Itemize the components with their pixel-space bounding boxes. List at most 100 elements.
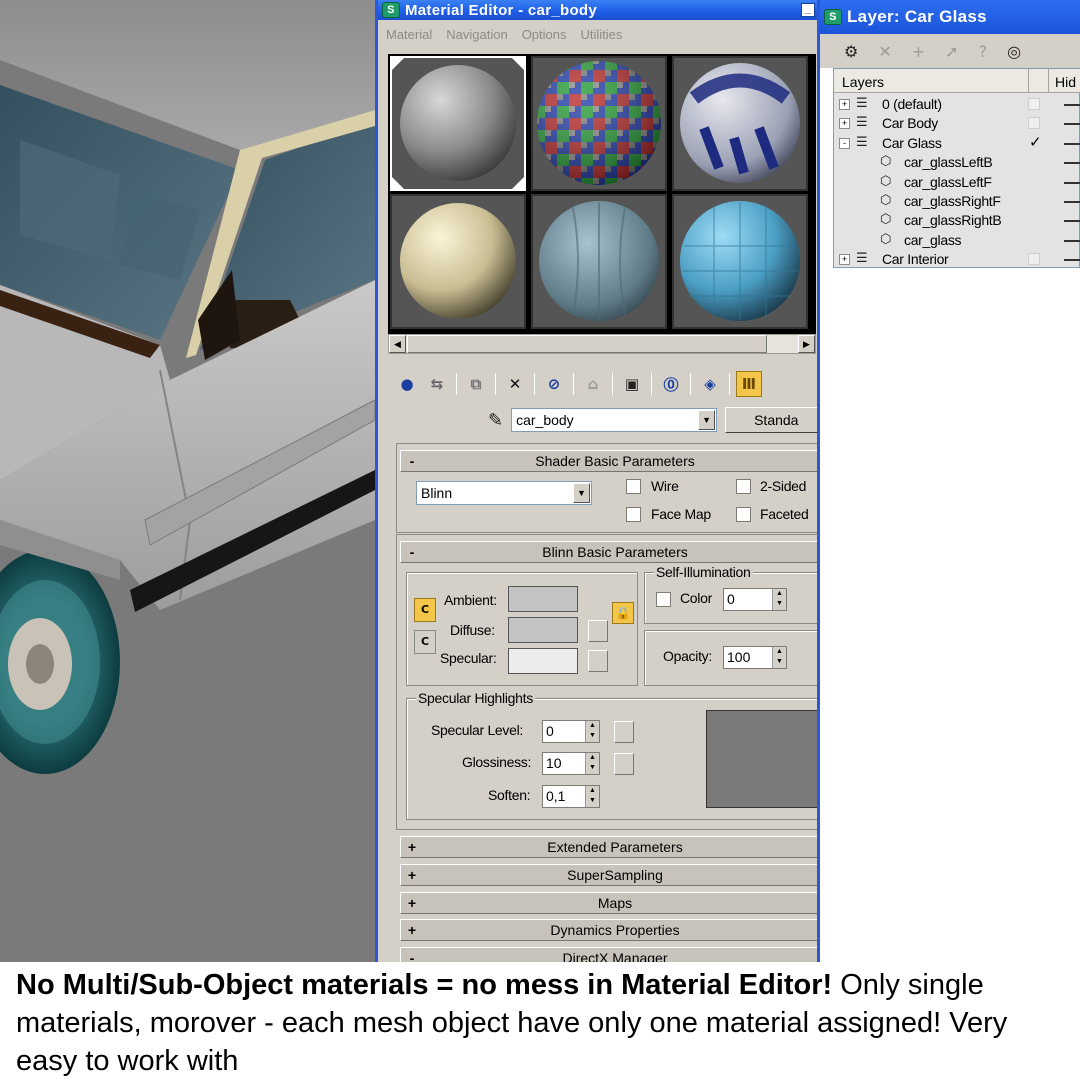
column-current[interactable] [1029,69,1049,93]
material-effects-icon[interactable]: ▣ [619,371,645,397]
hide-all-icon[interactable]: ◎ [1007,42,1021,61]
material-type-button[interactable]: Standa [725,407,817,433]
rollout-directx-manager[interactable]: - DirectX Manager [400,947,817,962]
shader-type-dropdown[interactable]: Blinn ▼ [416,481,592,505]
expand-icon[interactable]: + [839,99,850,110]
specular-level-spinner[interactable]: 0 ▲ ▼ [542,720,600,743]
delete-layer-icon[interactable]: ✕ [878,42,891,61]
unlock-icon[interactable]: C [414,630,436,654]
lock-ambient-icon[interactable]: C [414,598,436,622]
specular-map-button[interactable] [588,650,608,672]
hide-toggle-icon[interactable] [1064,239,1080,242]
soften-spinner[interactable]: 0,1 ▲ ▼ [542,785,600,808]
hide-toggle-icon[interactable] [1064,104,1080,106]
column-layers[interactable]: Layers [834,69,1029,93]
current-layer-checkbox[interactable] [1028,253,1040,266]
put-to-scene-icon[interactable]: ⇆ [424,371,450,397]
put-to-library-icon[interactable]: ⌂ [580,371,606,397]
material-name-field[interactable]: car_body ▼ [511,408,718,432]
sample-slot-checker[interactable] [531,56,667,191]
chevron-down-icon[interactable]: ▼ [698,410,716,430]
material-editor-window[interactable]: S Material Editor - car_body _ Material … [375,0,820,962]
two-sided-checkbox[interactable] [736,479,751,494]
object-row[interactable]: ⬡ car_glassLeftB [834,153,1080,172]
hide-toggle-icon[interactable] [1064,162,1080,165]
spinner-arrows-icon[interactable]: ▲ ▼ [585,786,599,807]
ambient-color-swatch[interactable] [508,586,578,612]
diffuse-map-button[interactable] [588,620,608,642]
create-layer-icon[interactable]: ⚙ [844,42,858,61]
sample-slot-newyork[interactable] [672,56,808,191]
object-row[interactable]: ⬡ car_glass [834,231,1080,250]
spinner-arrows-icon[interactable]: ▲ ▼ [585,753,599,774]
object-row[interactable]: ⬡ car_glassRightB [834,211,1080,230]
layer-row[interactable]: + ☰ Car Interior [834,250,1080,269]
hide-toggle-icon[interactable] [1064,201,1080,203]
menu-options[interactable]: Options [522,27,567,42]
rollout-extended-parameters[interactable]: + Extended Parameters [400,836,817,858]
show-map-icon[interactable]: ⓪ [658,371,684,397]
layer-manager-window[interactable]: S Layer: Car Glass ⚙ ✕ + ➚ ? ◎ Layers Hi… [820,0,1080,962]
make-unique-icon[interactable]: ⊘ [541,371,567,397]
chevron-down-icon[interactable]: ▼ [573,483,590,503]
eyedropper-icon[interactable]: ✎ [488,410,503,431]
shader-basic-header[interactable]: - Shader Basic Parameters [400,450,817,472]
lock-icon[interactable]: 🔒 [612,602,634,624]
hide-toggle-icon[interactable] [1064,142,1080,145]
hide-toggle-icon[interactable] [1064,259,1080,262]
spinner-arrows-icon[interactable]: ▲ ▼ [772,647,786,668]
menu-navigation[interactable]: Navigation [446,27,507,42]
layer-row[interactable]: + ☰ 0 (default) [834,95,1080,114]
object-row[interactable]: ⬡ car_glassLeftF [834,173,1080,192]
current-layer-checkbox[interactable] [1028,117,1040,130]
rollout-dynamics-properties[interactable]: + Dynamics Properties [400,919,817,941]
reset-map-icon[interactable]: ✕ [502,371,528,397]
sample-slot-gray[interactable] [390,56,526,191]
minimize-button[interactable]: _ [801,3,815,17]
specular-color-swatch[interactable] [508,648,578,674]
glossiness-spinner[interactable]: 10 ▲ ▼ [542,752,600,775]
column-hide[interactable]: Hid [1049,69,1080,93]
rollout-maps[interactable]: + Maps [400,892,817,914]
scroll-thumb[interactable] [407,335,767,353]
current-layer-check-icon[interactable]: ✓ [1029,133,1042,151]
layer-row[interactable]: - ☰ Car Glass ✓ [834,133,1080,153]
scroll-right-icon[interactable]: ▶ [798,335,815,353]
select-highlighted-icon[interactable]: ➚ [945,42,958,61]
current-layer-checkbox[interactable] [1028,98,1040,110]
self-illum-spinner[interactable]: 0 ▲ ▼ [723,588,787,611]
diffuse-color-swatch[interactable] [508,617,578,643]
show-end-result-icon[interactable]: ◈ [697,371,723,397]
sample-slot-bluegray[interactable] [531,194,667,329]
collapse-icon[interactable]: - [839,137,850,149]
material-editor-titlebar[interactable]: S Material Editor - car_body _ [378,0,817,20]
add-to-layer-icon[interactable]: + [912,42,925,61]
help-icon[interactable]: ? [979,42,988,61]
opacity-spinner[interactable]: 100 ▲ ▼ [723,646,787,669]
spinner-arrows-icon[interactable]: ▲ ▼ [772,589,786,610]
face-map-checkbox[interactable] [626,507,641,522]
sample-slot-lightblue[interactable] [672,194,808,329]
expand-icon[interactable]: + [839,118,850,130]
slots-scrollbar[interactable]: ◀ ▶ [388,334,816,354]
hide-toggle-icon[interactable] [1064,123,1080,126]
viewport-3d[interactable] [0,0,375,962]
sample-slot-cream[interactable] [390,194,526,329]
expand-icon[interactable]: + [839,254,850,266]
specular-level-map-button[interactable] [614,721,634,743]
object-row[interactable]: ⬡ car_glassRightF [834,192,1080,211]
hide-toggle-icon[interactable] [1064,220,1080,223]
scroll-left-icon[interactable]: ◀ [389,335,406,353]
layer-titlebar[interactable]: S Layer: Car Glass [820,0,1080,34]
menu-material[interactable]: Material [386,27,432,42]
faceted-checkbox[interactable] [736,507,751,522]
hide-toggle-icon[interactable] [1064,181,1080,184]
spinner-arrows-icon[interactable]: ▲ ▼ [585,721,599,742]
assign-material-icon[interactable]: ⧉ [463,371,489,397]
menu-utilities[interactable]: Utilities [581,27,623,42]
go-to-parent-icon[interactable]: Ⅲ [736,371,762,397]
glossiness-map-button[interactable] [614,753,634,775]
rollout-supersampling[interactable]: + SuperSampling [400,864,817,886]
wire-checkbox[interactable] [626,479,641,494]
layer-row[interactable]: + ☰ Car Body [834,114,1080,133]
